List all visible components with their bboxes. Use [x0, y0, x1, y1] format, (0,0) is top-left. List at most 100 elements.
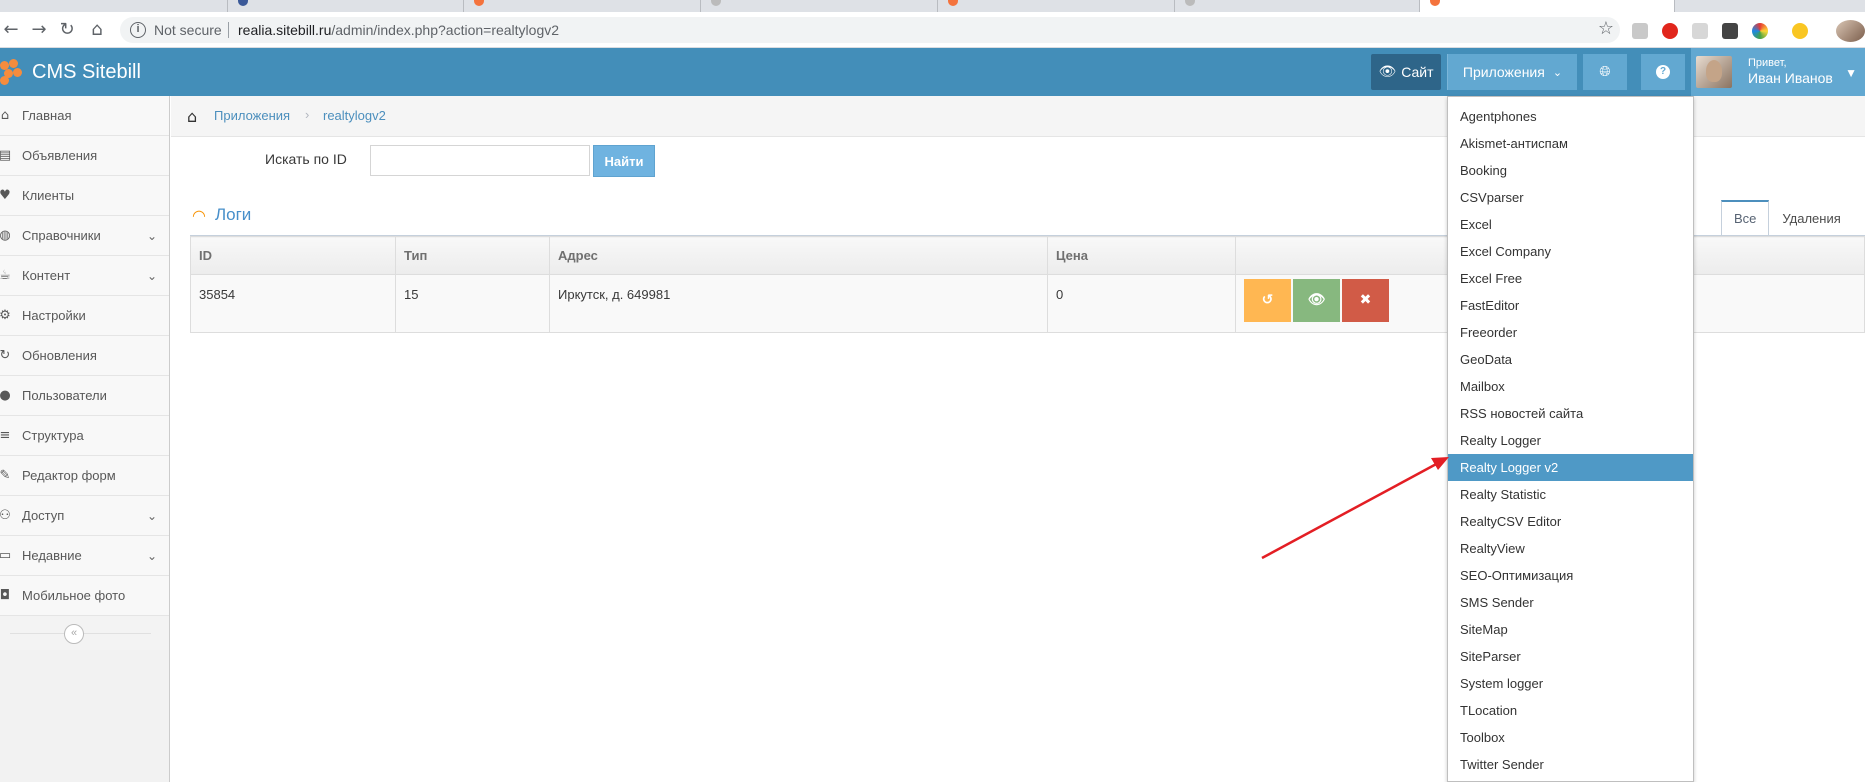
- user-menu[interactable]: Привет, Иван Иванов ▼: [1691, 48, 1865, 96]
- column-header-address[interactable]: Адрес: [549, 236, 1048, 275]
- user-icon: ●: [0, 388, 11, 403]
- column-header-price[interactable]: Цена: [1047, 236, 1236, 275]
- moon-extension-icon[interactable]: [1792, 23, 1808, 39]
- apps-menu-item[interactable]: SMS Sender: [1448, 589, 1693, 616]
- apps-menu-item[interactable]: CSVparser: [1448, 184, 1693, 211]
- column-header-type[interactable]: Тип: [395, 236, 550, 275]
- not-secure-label: Not secure: [154, 22, 222, 38]
- restore-button[interactable]: ↺: [1244, 279, 1291, 322]
- apps-menu-item[interactable]: Freeorder: [1448, 319, 1693, 346]
- apps-menu-item[interactable]: Excel: [1448, 211, 1693, 238]
- double-chevron-left-icon[interactable]: «: [64, 624, 84, 644]
- browser-tab[interactable]: [701, 0, 938, 12]
- apps-menu-item[interactable]: GeoData: [1448, 346, 1693, 373]
- apps-menu-item[interactable]: Booking: [1448, 157, 1693, 184]
- logs-header: ◠ Логи: [192, 205, 251, 225]
- apps-menu-item[interactable]: System logger: [1448, 670, 1693, 697]
- cell-id: 35854: [190, 274, 396, 333]
- tab-all[interactable]: Все: [1721, 200, 1770, 236]
- info-icon[interactable]: i: [130, 22, 146, 38]
- apps-menu-item[interactable]: Twitter Sender: [1448, 751, 1693, 778]
- search-id-input[interactable]: [370, 145, 590, 176]
- browser-tab[interactable]: [464, 0, 701, 12]
- sidebar-item[interactable]: ⌂ Главная: [0, 96, 169, 136]
- top-navbar: CMS Sitebill 👁 Сайт Приложения ⌄ 🌐︎ ? Пр…: [0, 48, 1865, 96]
- sidebar-item[interactable]: ⚇ Доступ ⌄: [0, 496, 169, 536]
- help-button[interactable]: ?: [1641, 54, 1685, 90]
- browser-tab[interactable]: [228, 0, 464, 12]
- column-header-id[interactable]: ID: [190, 236, 396, 275]
- forward-arrow-icon[interactable]: →: [28, 19, 50, 41]
- refresh-icon: ↻: [0, 348, 11, 363]
- address-bar[interactable]: i Not secure realia.sitebill.ru/admin/in…: [120, 17, 1620, 43]
- apps-menu-item[interactable]: Toolbox: [1448, 724, 1693, 751]
- sidebar-item[interactable]: ◍ Справочники ⌄: [0, 216, 169, 256]
- delete-button[interactable]: ✖: [1342, 279, 1389, 322]
- sidebar-item-label: Контент: [22, 268, 71, 283]
- sidebar-item[interactable]: ◘ Мобильное фото: [0, 576, 169, 616]
- apps-menu-item[interactable]: Agentphones: [1448, 103, 1693, 130]
- apps-menu-item[interactable]: Realty Statistic: [1448, 481, 1693, 508]
- tab-deletions[interactable]: Удаления: [1769, 200, 1853, 236]
- reload-icon[interactable]: ↻: [56, 19, 78, 41]
- sidebar-item[interactable]: ✎ Редактор форм: [0, 456, 169, 496]
- sidebar-item[interactable]: ▤ Объявления: [0, 136, 169, 176]
- url-path: /admin/index.php?action=realtylogv2: [331, 22, 560, 38]
- search-button[interactable]: Найти: [593, 145, 655, 177]
- sidebar-item[interactable]: ↻ Обновления: [0, 336, 169, 376]
- sidebar-item[interactable]: ≡ Структура: [0, 416, 169, 456]
- sidebar-item-label: Настройки: [22, 308, 86, 323]
- apps-menu-item[interactable]: Excel Company: [1448, 238, 1693, 265]
- camera-icon: ◘: [0, 588, 11, 603]
- apps-menu-item[interactable]: RealtyView: [1448, 535, 1693, 562]
- apps-menu-button[interactable]: Приложения ⌄: [1447, 54, 1577, 90]
- apps-menu-item[interactable]: TLocation: [1448, 697, 1693, 724]
- brand-logo[interactable]: CMS Sitebill: [0, 48, 141, 96]
- browser-tab[interactable]: [0, 0, 228, 12]
- search-label: Искать по ID: [265, 151, 347, 167]
- apps-menu-item[interactable]: Realty Logger: [1448, 427, 1693, 454]
- apps-menu-item[interactable]: RealtyCSV Editor: [1448, 508, 1693, 535]
- apps-menu-item[interactable]: SiteParser: [1448, 643, 1693, 670]
- back-arrow-icon[interactable]: ←: [0, 19, 22, 41]
- extension-icon[interactable]: [1632, 23, 1648, 39]
- apps-menu-item[interactable]: Excel Free: [1448, 265, 1693, 292]
- color-extension-icon[interactable]: [1752, 23, 1768, 39]
- globe-button[interactable]: 🌐︎: [1583, 54, 1627, 90]
- sidebar-item[interactable]: ● Пользователи: [0, 376, 169, 416]
- home-icon[interactable]: ⌂: [86, 19, 108, 41]
- sidebar-item[interactable]: ⚙︎ Настройки: [0, 296, 169, 336]
- apps-menu-item[interactable]: Mailbox: [1448, 373, 1693, 400]
- apps-menu-item[interactable]: FastEditor: [1448, 292, 1693, 319]
- opera-icon[interactable]: [1662, 23, 1678, 39]
- site-button[interactable]: 👁 Сайт: [1371, 54, 1441, 90]
- arrow-shaft: [1261, 460, 1441, 560]
- view-button[interactable]: 👁︎: [1293, 279, 1340, 322]
- home-icon: ⌂: [0, 108, 10, 123]
- chevron-down-icon: ⌄: [1552, 65, 1563, 79]
- profile-avatar-icon[interactable]: [1836, 20, 1865, 42]
- sidebar-item-label: Главная: [22, 108, 72, 123]
- globe-icon: 🌐︎: [1599, 64, 1611, 80]
- breadcrumb-item-apps[interactable]: Приложения: [214, 108, 290, 123]
- sidebar-item[interactable]: ☕︎ Контент ⌄: [0, 256, 169, 296]
- browser-tab-active[interactable]: [1420, 0, 1675, 12]
- sidebar-item[interactable]: ♥ Клиенты: [0, 176, 169, 216]
- sidebar-item[interactable]: ▭ Недавние ⌄: [0, 536, 169, 576]
- browser-tab[interactable]: [938, 0, 1175, 12]
- chevron-down-icon: ⌄: [146, 229, 157, 243]
- apps-menu-item[interactable]: Realty Logger v2: [1448, 454, 1693, 481]
- star-icon[interactable]: ☆: [1598, 18, 1614, 39]
- chevron-down-icon: ⌄: [146, 549, 157, 563]
- apps-menu-item[interactable]: Akismet-антиспам: [1448, 130, 1693, 157]
- home-icon[interactable]: ⌂: [187, 107, 197, 126]
- qr-icon[interactable]: [1722, 23, 1738, 39]
- coffee-icon: ☕︎: [0, 268, 11, 283]
- breadcrumb-item-current[interactable]: realtylogv2: [323, 108, 386, 123]
- apps-menu-item[interactable]: RSS новостей сайта: [1448, 400, 1693, 427]
- apps-menu-item[interactable]: SiteMap: [1448, 616, 1693, 643]
- apps-menu-item[interactable]: SEO-Оптимизация: [1448, 562, 1693, 589]
- extension-icon[interactable]: [1692, 23, 1708, 39]
- browser-tab[interactable]: [1175, 0, 1420, 12]
- book-icon: ▤: [0, 148, 12, 163]
